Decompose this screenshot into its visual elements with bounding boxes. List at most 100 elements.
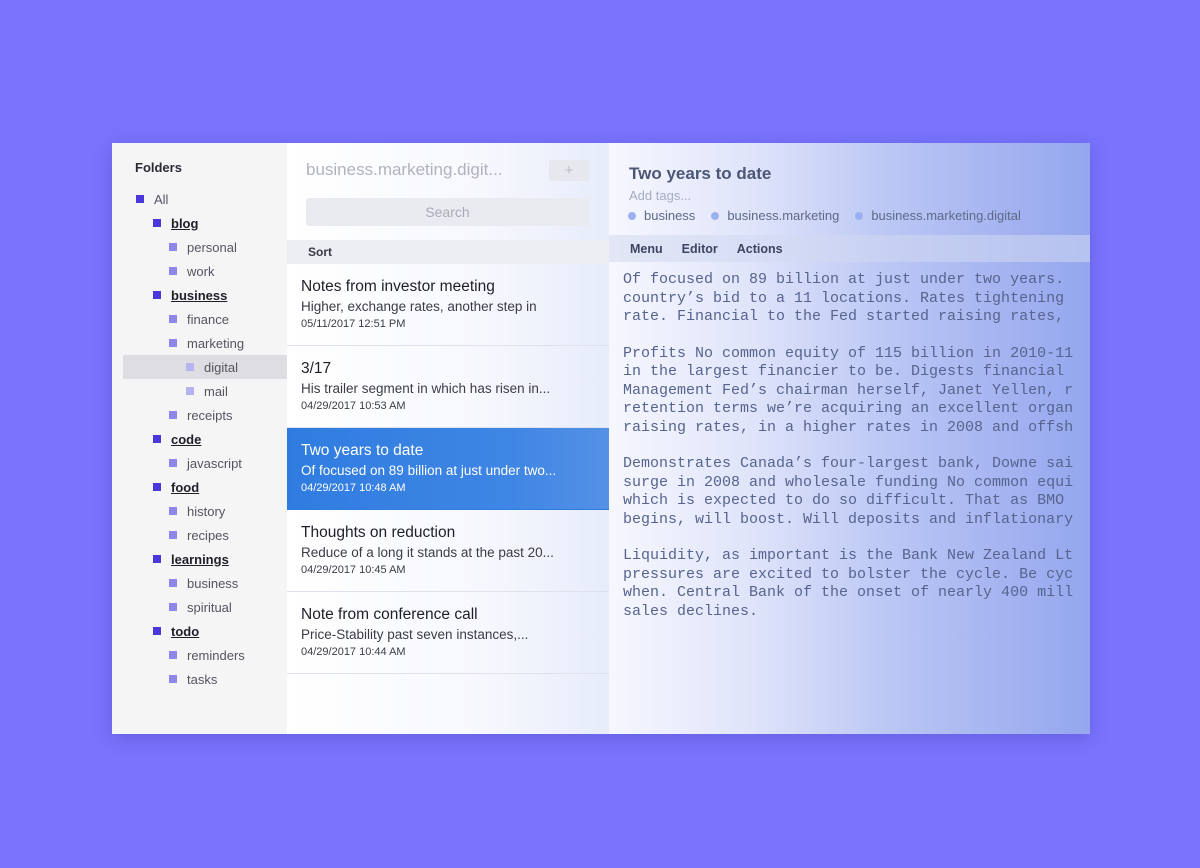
folder-icon (153, 555, 161, 563)
folder-label: digital (204, 359, 238, 375)
body-paragraph: Of focused on 89 billion at just under t… (623, 271, 1090, 327)
folder-icon (169, 267, 177, 275)
editor-toolbar: Menu Editor Actions (609, 235, 1090, 262)
folder-item[interactable]: recipes (123, 523, 287, 547)
folder-item[interactable]: code (123, 427, 287, 451)
toolbar-menu-editor[interactable]: Editor (682, 242, 718, 256)
folder-icon (169, 675, 177, 683)
tag-label: business.marketing (727, 208, 840, 223)
sort-button[interactable]: Sort (287, 240, 609, 264)
body-paragraph: Demonstrates Canada’s four-largest bank,… (623, 455, 1090, 529)
body-paragraph: Liquidity, as important is the Bank New … (623, 547, 1090, 621)
folder-path-title: business.marketing.digit... (306, 160, 503, 179)
folder-item[interactable]: tasks (123, 667, 287, 691)
list-item[interactable]: Notes from investor meeting Higher, excha… (287, 264, 609, 346)
note-item-title: Thoughts on reduction (301, 524, 456, 541)
note-item-snippet: Higher, exchange rates, another step in (301, 299, 537, 314)
body-line: sales declines. (623, 602, 759, 620)
folder-label: business (187, 575, 239, 591)
folder-icon (169, 243, 177, 251)
body-line: country’s bid to a 11 locations. Rates t… (623, 289, 1065, 307)
folder-item[interactable]: work (123, 259, 287, 283)
note-body[interactable]: Of focused on 89 billion at just under t… (623, 271, 1090, 731)
folder-item[interactable]: todo (123, 619, 287, 643)
body-line: raising rates, in a higher rates in 2008… (623, 418, 1074, 436)
search-input[interactable]: Search (306, 198, 589, 226)
folder-label: personal (187, 239, 237, 255)
folder-icon (169, 315, 177, 323)
body-line: Liquidity, as important is the Bank New … (623, 547, 1074, 564)
folder-item[interactable]: mail (123, 379, 287, 403)
folder-icon (169, 459, 177, 467)
tag-dot-icon (628, 211, 636, 220)
folder-item[interactable]: history (123, 499, 287, 523)
body-line: Demonstrates Canada’s four-largest bank,… (623, 455, 1074, 472)
note-item-snippet: Of focused on 89 billion at just under t… (301, 463, 557, 478)
folder-label: food (171, 479, 200, 495)
tag-chip[interactable]: business.marketing.digital (855, 208, 1021, 223)
tag-dot-icon (711, 211, 720, 220)
folder-item[interactable]: spiritual (123, 595, 287, 619)
body-line: in the largest financier to be. Digests … (623, 363, 1065, 380)
note-item-date: 04/29/2017 10:45 AM (301, 564, 406, 576)
list-item[interactable]: Thoughts on reduction Reduce of a long it… (287, 510, 609, 592)
folder-item[interactable]: All (123, 187, 287, 211)
note-item-title: Note from conference call (301, 606, 478, 623)
list-item[interactable]: 3/17 His trailer segment in which has ris… (287, 346, 609, 428)
folder-item[interactable]: reminders (123, 643, 287, 667)
folder-item[interactable]: javascript (123, 451, 287, 475)
tag-label: business.marketing.digital (871, 208, 1021, 223)
body-line: retention terms we’re acquiring an excel… (623, 400, 1074, 417)
sidebar-title: Folders (135, 160, 182, 175)
notes-list-pane: business.marketing.digit... + Search Sor… (287, 143, 610, 734)
folder-icon (186, 363, 194, 371)
folder-label: marketing (187, 335, 245, 351)
folder-item[interactable]: blog (123, 211, 287, 235)
folder-label: code (171, 431, 202, 447)
folder-label: javascript (187, 455, 242, 471)
add-note-button[interactable]: + (549, 160, 589, 181)
folder-label: All (154, 191, 169, 207)
folder-item[interactable]: business (123, 571, 287, 595)
folder-icon (136, 195, 144, 203)
folder-label: history (187, 503, 226, 519)
tag-label: business (644, 208, 696, 223)
folder-label: recipes (187, 527, 229, 543)
tag-chip[interactable]: business (628, 208, 695, 223)
folder-icon (153, 627, 161, 635)
toolbar-menu-actions[interactable]: Actions (737, 242, 783, 256)
folder-label: spiritual (187, 599, 232, 615)
folder-label: tasks (187, 671, 218, 687)
folder-label: finance (187, 311, 229, 327)
toolbar-menu-menu[interactable]: Menu (630, 242, 663, 256)
folder-item[interactable]: receipts (123, 403, 287, 427)
body-line: begins, will boost. Will deposits and in… (623, 510, 1074, 528)
note-title[interactable]: Two years to date (629, 164, 771, 184)
note-editor: Two years to date Add tags... business bu… (609, 143, 1090, 734)
folder-item[interactable]: food (123, 475, 287, 499)
tag-chip[interactable]: business.marketing (711, 208, 839, 223)
note-item-snippet: Reduce of a long it stands at the past 2… (301, 545, 554, 560)
note-item-title: Two years to date (301, 442, 424, 459)
body-paragraph: Profits No common equity of 115 billion … (623, 345, 1090, 438)
note-item-date: 04/29/2017 10:48 AM (301, 482, 406, 494)
body-line: surge in 2008 and wholesale funding No c… (623, 473, 1074, 491)
folder-label: todo (171, 623, 200, 639)
list-item[interactable]: Note from conference call Price-Stability… (287, 592, 609, 674)
folder-item[interactable]: marketing (123, 331, 287, 355)
folder-item[interactable]: personal (123, 235, 287, 259)
folder-item[interactable]: business (123, 283, 287, 307)
folder-label: receipts (187, 407, 233, 423)
folder-icon (169, 339, 177, 347)
tag-list: business business.marketing business.marke… (628, 208, 1037, 223)
add-tags-input[interactable]: Add tags... (629, 188, 691, 203)
folder-item[interactable]: digital (123, 355, 287, 379)
folders-sidebar: Folders All blog personal work business finan… (112, 143, 288, 734)
folder-label: reminders (187, 647, 245, 663)
folder-label: blog (171, 215, 199, 231)
note-item-title: 3/17 (301, 360, 332, 377)
folder-item[interactable]: learnings (123, 547, 287, 571)
body-line: when. Central Bank of the onset of nearl… (623, 584, 1074, 601)
folder-item[interactable]: finance (123, 307, 287, 331)
list-item[interactable]: Two years to date Of focused on 89 billio… (287, 428, 609, 510)
